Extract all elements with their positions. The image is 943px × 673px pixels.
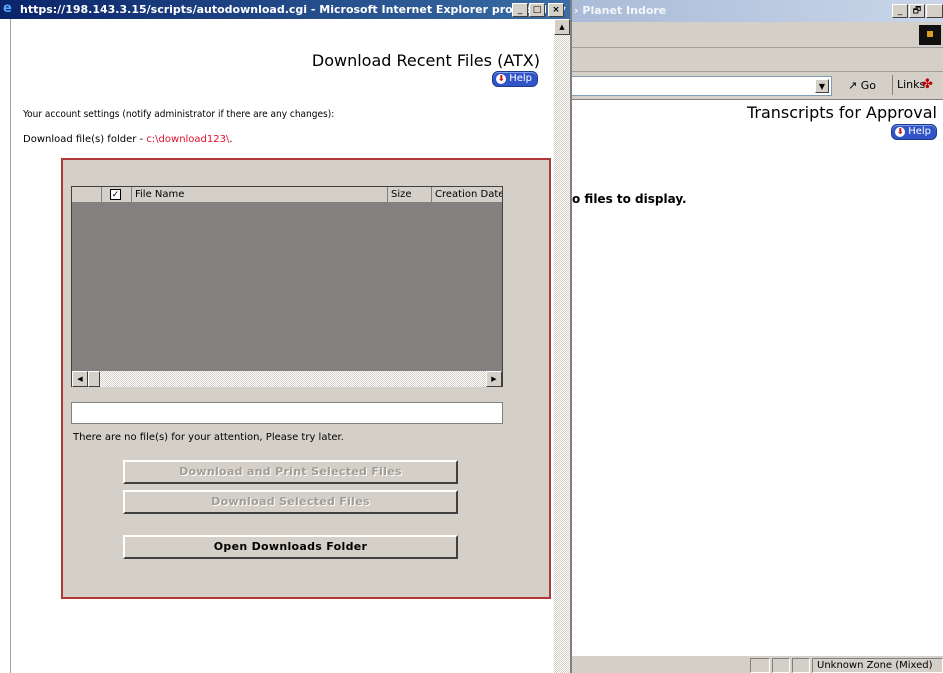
menu-bar: [560, 22, 943, 48]
folder-path: c:\download123\: [146, 134, 230, 145]
close-button[interactable]: [926, 4, 943, 18]
maximize-button[interactable]: □: [529, 3, 545, 17]
scroll-thumb[interactable]: [88, 371, 100, 387]
page-title: Transcripts for Approval: [746, 103, 937, 122]
scroll-up-icon[interactable]: ▲: [554, 19, 570, 35]
background-title-bar[interactable]: › Planet Indore: [560, 0, 943, 22]
ie-icon: e: [3, 1, 12, 16]
links-button[interactable]: Links: [892, 75, 925, 95]
folder-suffix: .: [229, 134, 233, 145]
restore-button[interactable]: 🗗: [909, 4, 925, 18]
scroll-right-icon[interactable]: ▶: [486, 371, 502, 387]
title-prefix: ›: [574, 4, 579, 17]
open-downloads-folder-button[interactable]: Open Downloads Folder: [123, 535, 458, 559]
help-label: Help: [509, 73, 532, 84]
status-bar: Unknown Zone (Mixed): [560, 655, 943, 673]
toolbar: [560, 48, 943, 72]
horizontal-scrollbar[interactable]: ◀ ▶: [72, 371, 502, 387]
download-folder-line: Download file(s) folder - c:\download123…: [23, 134, 233, 145]
windows-logo-icon: [919, 25, 941, 45]
header-select[interactable]: ✓: [102, 187, 132, 203]
minimize-button[interactable]: _: [512, 3, 528, 17]
grid-header: ✓ File Name Size Creation Date: [72, 187, 502, 203]
background-browser-window: › Planet Indore _ 🗗 ▼ ↗ Go Links ✤ Trans…: [560, 0, 943, 673]
address-bar: ▼ ↗ Go Links ✤: [560, 72, 943, 100]
folder-label: Download file(s) folder -: [23, 134, 147, 145]
security-zone: Unknown Zone (Mixed): [812, 658, 943, 673]
header-creation-date[interactable]: Creation Date: [432, 187, 502, 203]
status-cell: [750, 658, 770, 673]
help-button[interactable]: ⬇ Help: [492, 71, 538, 87]
select-all-checkbox[interactable]: ✓: [110, 189, 121, 200]
scroll-left-icon[interactable]: ◀: [72, 371, 88, 387]
account-settings-text: Your account settings (notify administra…: [23, 109, 335, 120]
minimize-button[interactable]: _: [892, 4, 908, 18]
empty-message: o files to display.: [572, 192, 687, 206]
close-button[interactable]: ×: [548, 3, 564, 17]
go-arrow-icon: ↗: [848, 79, 858, 92]
status-cell: [792, 658, 810, 673]
status-cell: [772, 658, 790, 673]
download-popup-window: https://198.143.3.15/scripts/autodownloa…: [0, 0, 572, 673]
address-input[interactable]: ▼: [560, 76, 832, 96]
go-button[interactable]: ↗ Go: [848, 79, 876, 92]
vertical-scrollbar[interactable]: ▲: [554, 19, 570, 673]
progress-field: [71, 402, 503, 424]
help-arrow-icon: ⬇: [496, 74, 507, 84]
file-grid[interactable]: ✓ File Name Size Creation Date ◀ ▶: [71, 186, 503, 387]
download-panel: ✓ File Name Size Creation Date ◀ ▶ There…: [61, 158, 551, 599]
page-title: Download Recent Files (ATX): [311, 51, 540, 70]
header-blank: [72, 187, 102, 203]
chevron-down-icon[interactable]: ▼: [815, 79, 829, 93]
help-arrow-icon: ⬇: [895, 127, 906, 137]
header-file-name[interactable]: File Name: [132, 187, 388, 203]
header-size[interactable]: Size: [388, 187, 432, 203]
background-window-title: Planet Indore: [582, 4, 667, 17]
download-selected-button[interactable]: Download Selected Files: [123, 490, 458, 514]
help-label: Help: [908, 126, 931, 137]
popup-title-bar[interactable]: https://198.143.3.15/scripts/autodownloa…: [0, 0, 570, 19]
acrobat-icon[interactable]: ✤: [922, 77, 938, 93]
help-button[interactable]: ⬇ Help: [891, 124, 937, 140]
popup-content: Download Recent Files (ATX) ⬇ Help Your …: [10, 19, 554, 673]
status-message: There are no file(s) for your attention,…: [73, 432, 344, 443]
download-print-button[interactable]: Download and Print Selected Files: [123, 460, 458, 484]
